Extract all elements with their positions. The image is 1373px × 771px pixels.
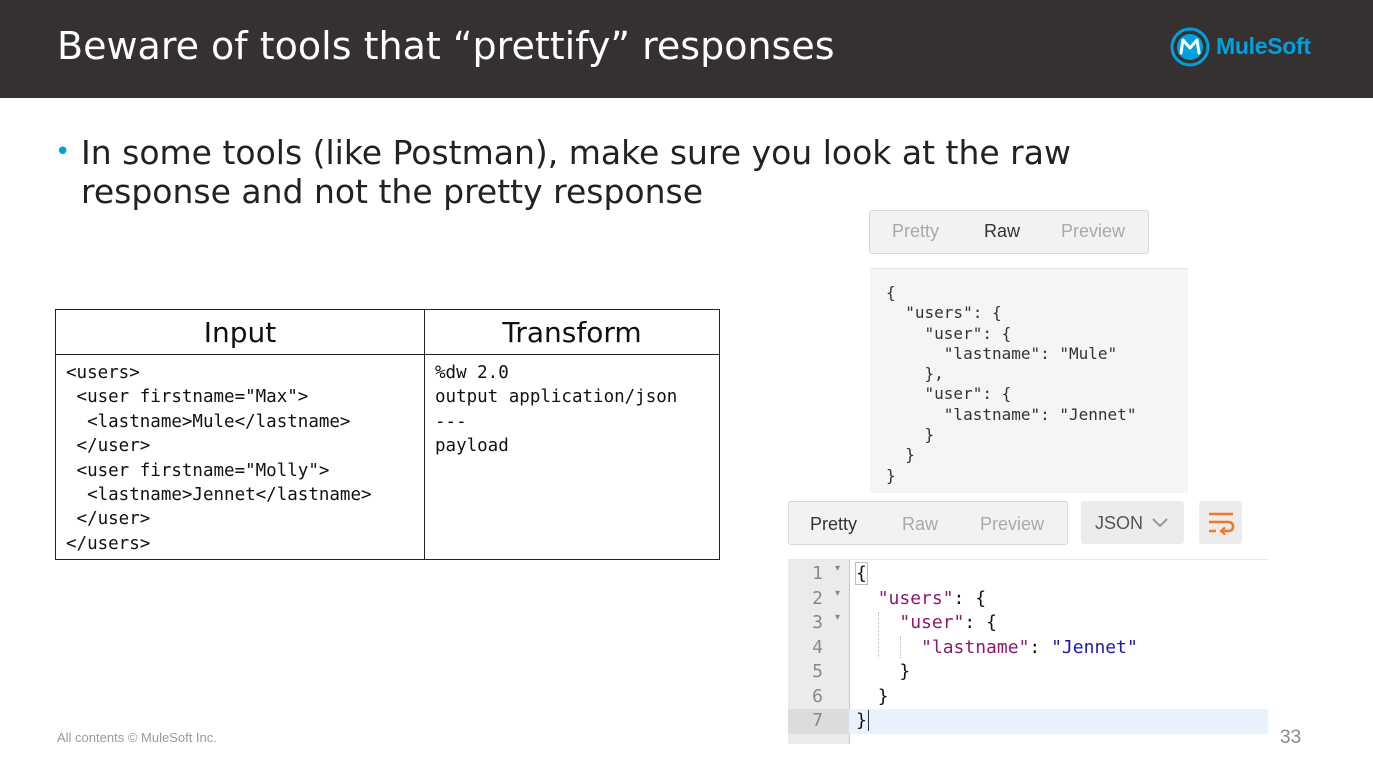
- copyright-footer: All contents © MuleSoft Inc.: [57, 730, 217, 745]
- line-number: 4: [812, 636, 823, 658]
- line-number: 7: [812, 710, 823, 731]
- json-brace: }: [856, 710, 867, 731]
- editor-line: 5 }: [788, 660, 1268, 685]
- json-key: "lastname": [921, 636, 1030, 658]
- tab-preview[interactable]: Preview: [980, 514, 1044, 535]
- editor-line: 6 }: [788, 685, 1268, 710]
- json-key: "user": [899, 612, 965, 633]
- input-header: Input: [55, 309, 425, 355]
- tab-raw[interactable]: Raw: [984, 221, 1020, 242]
- transform-cell: %dw 2.0 output application/json --- payl…: [424, 354, 720, 560]
- page-number: 33: [1280, 727, 1302, 748]
- fold-arrow-icon[interactable]: ▾: [835, 588, 840, 599]
- json-brace: }: [877, 685, 889, 707]
- editor-line-current: 7 }: [788, 709, 1268, 734]
- json-punct: : {: [953, 587, 987, 609]
- editor-line: 1 ▾ {: [788, 562, 1268, 587]
- mulesoft-logo-icon: [1170, 27, 1210, 67]
- slide-header: Beware of tools that “prettify” response…: [0, 0, 1373, 98]
- transform-header: Transform: [424, 309, 720, 355]
- editor-line: 3 ▾ "user": {: [788, 611, 1268, 636]
- json-string-value: "Jennet": [1051, 636, 1138, 658]
- wrap-lines-icon: [1209, 512, 1235, 535]
- tab-pretty[interactable]: Pretty: [810, 514, 857, 535]
- raw-json-text: { "users": { "user": { "lastname": "Mule…: [886, 283, 1137, 485]
- editor-line: 2 ▾ "users": {: [788, 587, 1268, 612]
- json-brace: {: [855, 562, 868, 585]
- json-punct: : {: [964, 612, 997, 633]
- wrap-lines-button[interactable]: [1199, 501, 1242, 544]
- bullet-point: • In some tools (like Postman), make sur…: [55, 133, 1175, 211]
- slide-title: Beware of tools that “prettify” response…: [57, 24, 835, 68]
- pretty-json-editor[interactable]: 1 ▾ { 2 ▾ "users": { 3 ▾ "user": { 4 "lastn…: [788, 559, 1268, 744]
- line-number: 6: [812, 685, 823, 707]
- input-xml-code: <users> <user firstname="Max"> <lastname…: [66, 363, 372, 554]
- transform-dw-code: %dw 2.0 output application/json --- payl…: [435, 363, 678, 457]
- json-punct: :: [1029, 636, 1052, 658]
- format-select-value: JSON: [1095, 513, 1144, 533]
- bullet-text: In some tools (like Postman), make sure …: [81, 133, 1071, 211]
- json-key: "users": [877, 587, 954, 609]
- input-cell: <users> <user firstname="Max"> <lastname…: [55, 354, 425, 560]
- text-cursor: [867, 710, 869, 731]
- tab-preview[interactable]: Preview: [1061, 221, 1125, 242]
- raw-view-tab-bar: Pretty Raw Preview: [869, 210, 1149, 254]
- tab-pretty[interactable]: Pretty: [892, 221, 939, 242]
- pretty-view-tab-bar: Pretty Raw Preview: [788, 501, 1068, 545]
- logo-wordmark: MuleSoft: [1216, 33, 1311, 59]
- editor-line: 4 "lastname": "Jennet": [788, 636, 1268, 661]
- tab-raw[interactable]: Raw: [902, 514, 938, 535]
- json-brace: }: [899, 661, 911, 682]
- raw-response-body: { "users": { "user": { "lastname": "Mule…: [870, 268, 1188, 493]
- format-select[interactable]: JSON: [1081, 501, 1184, 544]
- line-number: 2: [812, 587, 823, 609]
- input-transform-table: Input Transform <users> <user firstname=…: [55, 309, 720, 560]
- bullet-dot-icon: •: [55, 137, 71, 167]
- fold-arrow-icon[interactable]: ▾: [835, 563, 840, 574]
- indent-guide: [878, 612, 879, 658]
- line-number: 5: [812, 661, 823, 682]
- indent-guide: [900, 636, 901, 658]
- chevron-down-icon: [1152, 518, 1168, 528]
- line-number: 3: [812, 612, 823, 633]
- fold-arrow-icon[interactable]: ▾: [835, 612, 840, 623]
- line-number: 1: [812, 563, 823, 584]
